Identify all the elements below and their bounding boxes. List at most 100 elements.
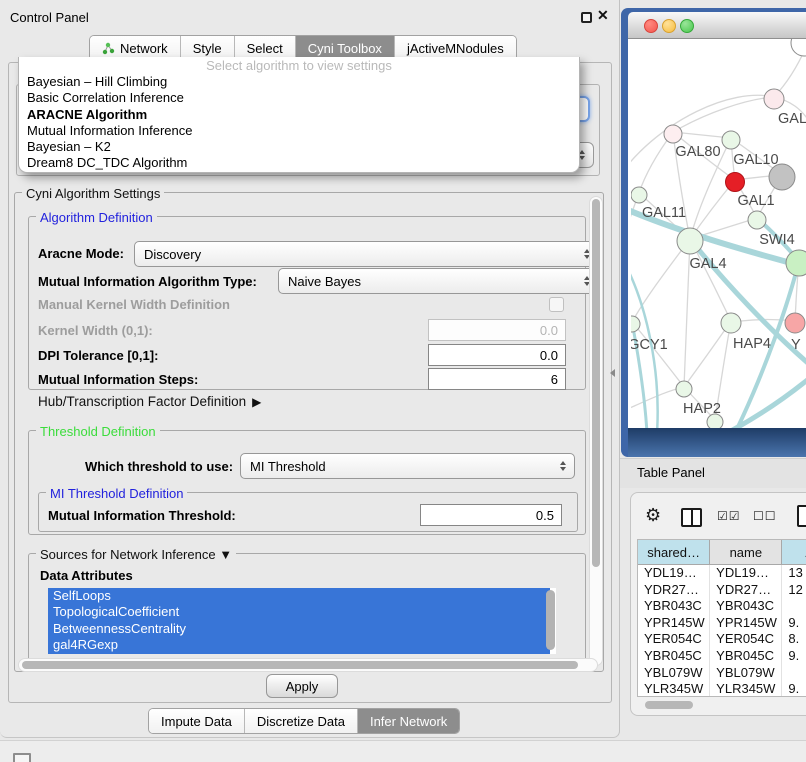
network-node[interactable] <box>748 211 766 229</box>
network-node[interactable] <box>722 131 740 149</box>
attribute-list-item[interactable]: gal4RGexp <box>48 637 550 653</box>
close-panel-icon[interactable]: ✕ <box>597 7 609 24</box>
attribute-list-item[interactable]: BetweennessCentrality <box>48 621 550 637</box>
apply-button[interactable]: Apply <box>266 674 338 698</box>
table-cell: YBR043C <box>638 598 710 615</box>
dpi-tolerance-input[interactable] <box>428 344 566 366</box>
network-canvas-area[interactable]: GALGAL80GAL10GAL1GAL11SWI4GAL4GCY1HAP4YH… <box>628 39 806 428</box>
table-cell: YPR145W <box>710 615 782 632</box>
algorithm-definition-legend: Algorithm Definition <box>36 210 157 225</box>
table-horizontal-scrollbar[interactable] <box>645 701 693 709</box>
scrollbar-thumb[interactable] <box>592 199 600 567</box>
network-node[interactable] <box>721 313 741 333</box>
settings-horizontal-scrollbar[interactable] <box>18 658 598 672</box>
show-columns-icon[interactable]: ☑☑ <box>717 509 741 523</box>
algorithm-option[interactable]: Basic Correlation Inference <box>19 90 579 106</box>
hide-columns-icon[interactable]: ☐☐ <box>753 509 777 523</box>
minimized-panel-icon[interactable] <box>13 753 31 762</box>
attribute-list-item[interactable]: SelfLoops <box>48 588 550 604</box>
settings-vertical-scrollbar[interactable] <box>589 196 603 666</box>
network-edge[interactable] <box>673 97 774 132</box>
kernel-width-input[interactable] <box>428 319 566 341</box>
table-cell <box>782 665 806 682</box>
status-strip <box>0 740 806 762</box>
mi-threshold-label: Mutual Information Threshold: <box>48 508 236 523</box>
network-node-label: SWI4 <box>759 232 794 248</box>
network-window-titlebar[interactable] <box>628 12 806 39</box>
close-window-icon[interactable] <box>644 19 658 33</box>
algorithm-option[interactable]: Dream8 DC_TDC Algorithm <box>19 155 579 171</box>
aracne-mode-combobox[interactable]: Discovery <box>134 241 599 267</box>
which-threshold-combobox[interactable]: MI Threshold <box>240 453 575 479</box>
float-window-icon[interactable] <box>581 12 592 23</box>
network-node[interactable] <box>786 250 806 276</box>
settings-gear-icon[interactable]: ⚙ <box>645 506 661 524</box>
table-cell: 9. <box>782 681 806 697</box>
zoom-window-icon[interactable] <box>680 19 694 33</box>
dpi-tolerance-label: DPI Tolerance [0,1]: <box>38 348 158 363</box>
expand-right-icon[interactable]: ▶ <box>252 395 261 409</box>
network-node-label: GAL11 <box>642 205 686 221</box>
tab-infer-network[interactable]: Infer Network <box>358 709 459 733</box>
algorithm-option[interactable]: Bayesian – K2 <box>19 139 579 155</box>
data-attributes-list: SelfLoopsTopologicalCoefficientBetweenne… <box>48 588 556 654</box>
table-row[interactable]: YDL19…YDL19…13 <box>638 565 806 582</box>
column-header[interactable]: A <box>782 540 806 564</box>
network-node-label: Y <box>791 337 801 353</box>
table-row[interactable]: YER054CYER054C8. <box>638 631 806 648</box>
tab-impute-data[interactable]: Impute Data <box>149 709 245 733</box>
network-node[interactable] <box>631 187 647 203</box>
network-edge[interactable] <box>684 321 731 387</box>
table-row[interactable]: YLR345WYLR345W9. <box>638 681 806 697</box>
mi-threshold-input[interactable] <box>420 504 562 526</box>
which-threshold-label: Which threshold to use: <box>85 459 233 474</box>
table-row[interactable]: YPR145WYPR145W9. <box>638 615 806 632</box>
threshold-definition-legend: Threshold Definition <box>36 424 160 439</box>
column-header[interactable]: name <box>710 540 782 564</box>
control-panel-window: Control Panel ✕ Network Style Select Cyn… <box>0 0 620 738</box>
network-edge[interactable] <box>632 239 690 322</box>
kernel-width-label: Kernel Width (0,1): <box>38 323 153 338</box>
network-node-label: GAL80 <box>675 144 720 160</box>
algorithm-option[interactable]: Mutual Information Inference <box>19 123 579 139</box>
table-row[interactable]: YBR043CYBR043C <box>638 598 806 615</box>
network-node-label: GCY1 <box>631 337 668 353</box>
table-row[interactable]: YDR27…YDR27…12 <box>638 582 806 599</box>
tab-discretize-data[interactable]: Discretize Data <box>245 709 358 733</box>
minimize-window-icon[interactable] <box>662 19 676 33</box>
network-node[interactable] <box>676 381 692 397</box>
table-cell: YBR045C <box>638 648 710 665</box>
table-file-icon[interactable] <box>797 505 806 527</box>
algorithm-option[interactable]: Bayesian – Hill Climbing <box>19 74 579 90</box>
table-row[interactable]: YBR045CYBR045C9. <box>638 648 806 665</box>
network-node-label: GAL4 <box>689 256 726 272</box>
network-node[interactable] <box>664 125 682 143</box>
network-node[interactable] <box>726 173 745 192</box>
table-cell: YBL079W <box>710 665 782 682</box>
cyni-algorithm-settings-legend: Cyni Algorithm Settings <box>22 186 164 201</box>
algorithm-option[interactable]: ARACNE Algorithm <box>19 107 579 123</box>
network-window-bottom-frame <box>628 428 806 457</box>
network-node[interactable] <box>785 313 805 333</box>
network-canvas[interactable]: GALGAL80GAL10GAL1GAL11SWI4GAL4GCY1HAP4YH… <box>631 39 806 428</box>
mi-algorithm-type-combobox[interactable]: Naive Bayes <box>278 268 599 294</box>
mi-steps-label: Mutual Information Steps: <box>38 372 198 387</box>
collapse-down-icon[interactable]: ▼ <box>219 547 232 562</box>
column-layout-icon[interactable] <box>681 508 702 527</box>
splitter-collapse-arrow[interactable] <box>610 369 615 377</box>
mi-steps-input[interactable] <box>428 368 566 390</box>
manual-kernel-width-checkbox[interactable] <box>549 297 564 312</box>
table-row[interactable]: YBL079WYBL079W <box>638 665 806 682</box>
attributes-list-scrollbar[interactable] <box>546 590 555 650</box>
table-cell: YLR345W <box>710 681 782 697</box>
column-header[interactable]: shared… <box>638 540 710 564</box>
hub-definition-expander[interactable]: Hub/Transcription Factor Definition▶ <box>38 394 261 409</box>
network-node[interactable] <box>764 89 784 109</box>
network-edge[interactable] <box>727 377 806 428</box>
table-cell: YDR27… <box>710 582 782 599</box>
sources-legend[interactable]: Sources for Network Inference ▼ <box>36 547 236 562</box>
network-node[interactable] <box>791 39 806 56</box>
network-node[interactable] <box>677 228 703 254</box>
attribute-list-item[interactable]: TopologicalCoefficient <box>48 604 550 620</box>
scrollbar-thumb[interactable] <box>22 661 578 669</box>
